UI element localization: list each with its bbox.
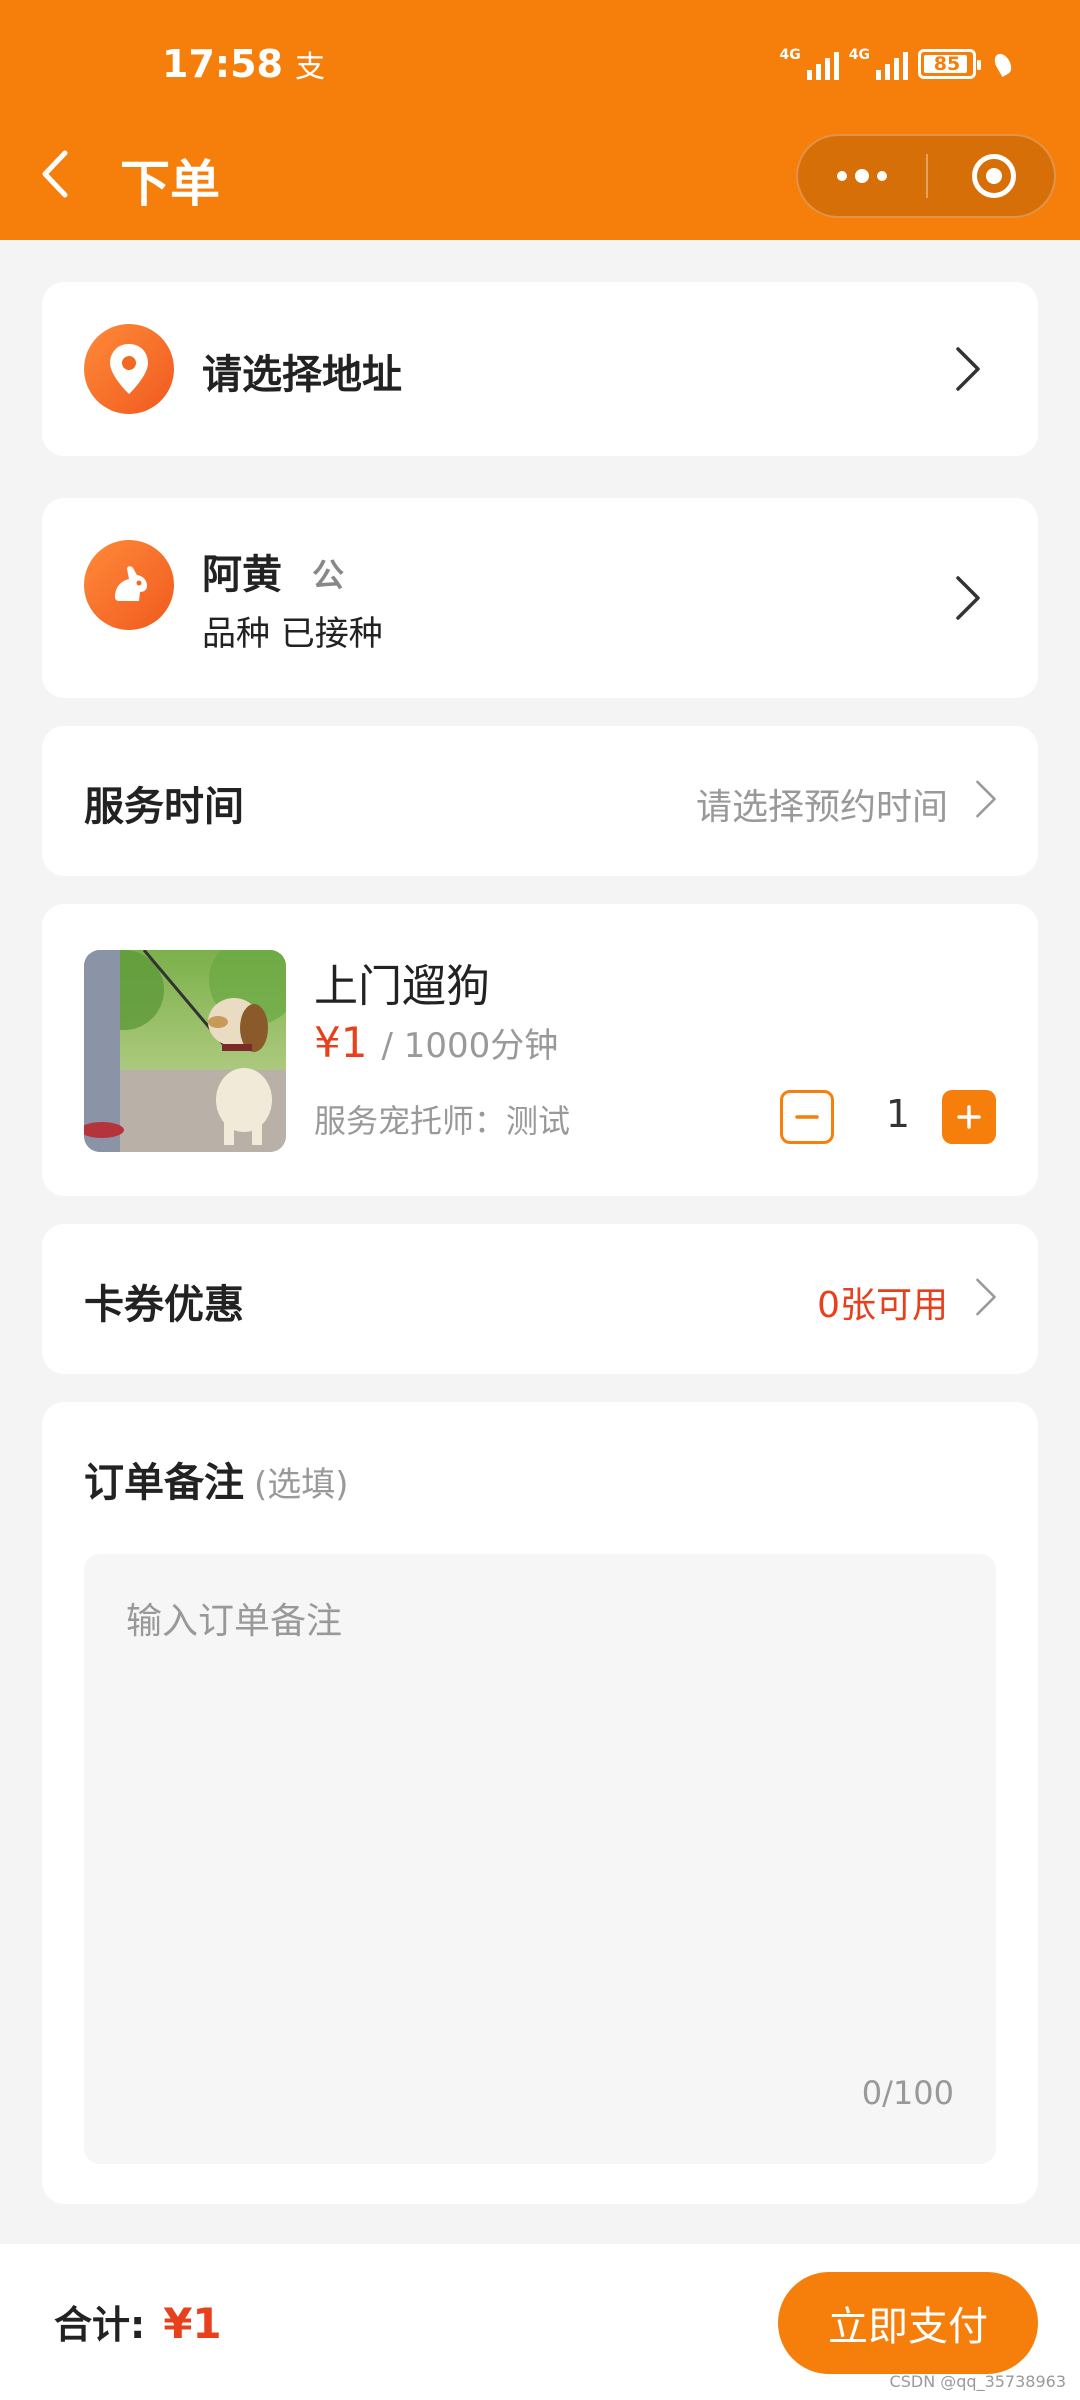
total-label: 合计: (54, 2303, 146, 2347)
service-time-label: 服务时间 (84, 784, 244, 830)
remark-textarea[interactable]: 输入订单备注 0/100 (84, 1554, 996, 2164)
pay-now-button[interactable]: 立即支付 (778, 2272, 1038, 2374)
more-dots-icon[interactable] (798, 136, 926, 216)
remark-counter: 0/100 (861, 2074, 954, 2112)
status-bar-icons: 4G 4G 85 (780, 48, 1015, 80)
status-bar-time: 17:58 支 (162, 42, 325, 86)
coupon-card[interactable]: 卡券优惠 0张可用 (42, 1224, 1038, 1374)
pet-gender: 公 (312, 556, 345, 594)
coupon-label: 卡券优惠 (84, 1282, 244, 1328)
chevron-right-icon (976, 780, 996, 818)
decrease-quantity-button[interactable] (780, 1090, 834, 1144)
pet-card[interactable]: 阿黄 公 品种 已接种 (42, 498, 1038, 698)
location-pin-icon (84, 324, 174, 414)
service-price: ¥1 (314, 1018, 368, 1067)
watermark: CSDN @qq_35738963 (889, 2372, 1066, 2391)
signal-icon: 4G (849, 48, 908, 80)
minus-icon (795, 1115, 819, 1119)
service-time-card[interactable]: 服务时间 请选择预约时间 (42, 726, 1038, 876)
chevron-right-icon (976, 1278, 996, 1316)
pet-name: 阿黄 (202, 552, 282, 598)
chevron-right-icon (956, 347, 980, 391)
remark-title: 订单备注 (84, 1460, 244, 1506)
address-label: 请选择地址 (202, 352, 402, 398)
service-title: 上门遛狗 (314, 961, 490, 1012)
pet-details: 品种 已接种 (202, 614, 383, 654)
total-price: ¥1 (163, 2299, 222, 2348)
page-title: 下单 (120, 155, 220, 213)
quantity-value: 1 (885, 1092, 911, 1136)
coupon-value: 0张可用 (817, 1285, 948, 1326)
dog-walking-photo (84, 950, 286, 1152)
mini-program-capsule (796, 134, 1056, 218)
service-item-card: 上门遛狗 ¥1 / 1000分钟 服务宠托师：测试 1 (42, 904, 1038, 1196)
chevron-right-icon (956, 576, 980, 620)
increase-quantity-button[interactable] (942, 1090, 996, 1144)
service-sitter: 服务宠托师：测试 (314, 1102, 571, 1140)
service-time-placeholder: 请选择预约时间 (695, 787, 948, 828)
target-circle-icon[interactable] (972, 154, 1016, 198)
remark-card: 订单备注 (选填) 输入订单备注 0/100 (42, 1402, 1038, 2204)
remark-placeholder: 输入订单备注 (126, 1601, 343, 1642)
battery-icon: 85 (918, 49, 981, 79)
chevron-left-icon (42, 150, 68, 198)
remark-optional: (选填) (254, 1465, 349, 1505)
top-bar: 17:58 支 4G 4G 85 下单 (0, 0, 1080, 240)
address-card[interactable]: 请选择地址 (42, 282, 1038, 456)
signal-icon: 4G (780, 48, 839, 80)
plus-icon (957, 1105, 981, 1129)
back-button[interactable] (40, 146, 80, 202)
alipay-icon: 支 (294, 50, 325, 85)
bottom-bar: 合计: ¥1 立即支付 CSDN @qq_35738963 (0, 2244, 1080, 2400)
leaf-icon (991, 50, 1015, 78)
dog-icon (84, 540, 174, 630)
service-unit: / 1000分钟 (381, 1026, 559, 1066)
